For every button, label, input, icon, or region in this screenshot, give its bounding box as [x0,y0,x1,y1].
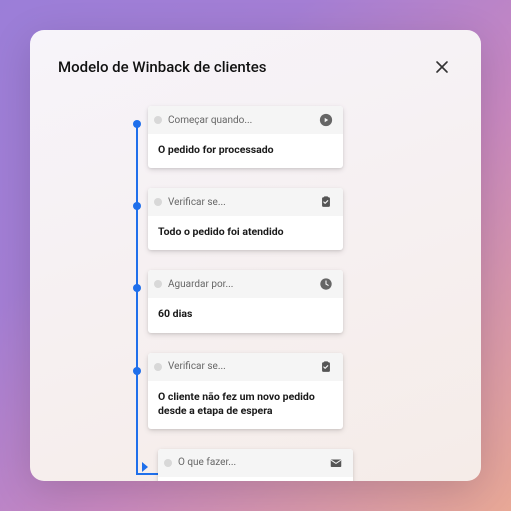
card-body: Enviar e-mail de marketing [158,477,353,481]
workflow-panel: Modelo de Winback de clientes Começar qu… [30,30,481,481]
close-icon [435,60,449,74]
card-notch [154,280,162,288]
card-notch [154,198,162,206]
workflow-step: Verificar se... Todo o pedido foi atendi… [148,188,453,250]
card-label: O que fazer... [178,457,236,468]
card-body: O cliente não fez um novo pedido desde a… [148,381,343,429]
timeline-line [136,126,138,475]
workflow-step: Verificar se... O cliente não fez um nov… [148,353,453,429]
clipboard-icon [319,195,333,209]
card-header: Verificar se... [148,353,343,381]
card-header: Aguardar por... [148,270,343,298]
workflow-step: Começar quando... O pedido for processad… [148,106,453,168]
timeline-dot [133,202,141,210]
step-card-check[interactable]: Verificar se... O cliente não fez um nov… [148,353,343,429]
panel-title: Modelo de Winback de clientes [58,58,267,76]
clipboard-icon [319,360,333,374]
clock-icon [319,277,333,291]
card-header: O que fazer... [158,449,353,477]
step-card-check[interactable]: Verificar se... Todo o pedido foi atendi… [148,188,343,250]
card-notch [164,459,172,467]
step-card-start[interactable]: Começar quando... O pedido for processad… [148,106,343,168]
close-button[interactable] [431,56,453,78]
step-card-action[interactable]: O que fazer... Enviar e-mail de marketin… [158,449,353,481]
card-notch [154,363,162,371]
timeline-arrow-icon [142,462,148,472]
card-body: Todo o pedido foi atendido [148,216,343,250]
card-notch [154,116,162,124]
timeline-dot [133,367,141,375]
card-header: Começar quando... [148,106,343,134]
workflow-step: Aguardar por... 60 dias [148,270,453,332]
card-body: O pedido for processado [148,134,343,168]
play-icon [319,113,333,127]
card-body: 60 dias [148,298,343,332]
workflow-step-final: O que fazer... Enviar e-mail de marketin… [148,449,453,481]
card-label: Aguardar por... [168,279,233,290]
step-card-wait[interactable]: Aguardar por... 60 dias [148,270,343,332]
timeline-dot [133,284,141,292]
panel-header: Modelo de Winback de clientes [58,56,453,78]
mail-icon [329,456,343,470]
card-label: Começar quando... [168,115,252,126]
card-header: Verificar se... [148,188,343,216]
timeline-dot [133,120,141,128]
card-label: Verificar se... [168,197,226,208]
card-label: Verificar se... [168,361,226,372]
workflow-flow: Começar quando... O pedido for processad… [58,98,453,481]
